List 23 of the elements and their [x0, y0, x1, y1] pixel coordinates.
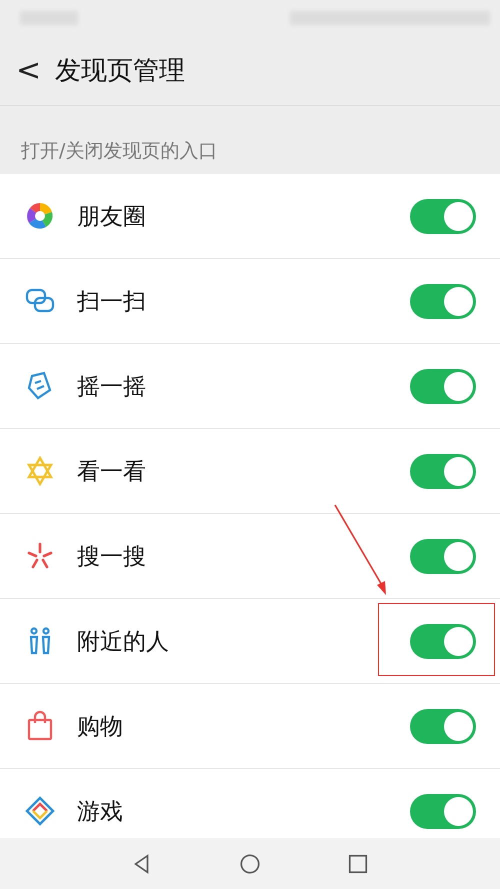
toggle-switch[interactable]	[410, 624, 476, 658]
section-label: 打开/关闭发现页的入口	[20, 139, 218, 164]
entry-label: 看一看	[77, 458, 147, 486]
entry-label: 购物	[77, 712, 124, 742]
entry-label: 扫一扫	[77, 288, 147, 316]
back-button[interactable]: <	[0, 52, 56, 88]
recents-square-icon[interactable]	[347, 852, 369, 874]
entry-label: 朋友圈	[77, 202, 147, 232]
toggle-switch[interactable]	[410, 708, 476, 744]
toggle-switch[interactable]	[410, 454, 476, 488]
toggle-switch[interactable]	[410, 794, 476, 828]
entry-label: 搜一搜	[77, 542, 147, 572]
star-icon	[24, 455, 56, 487]
diamond-icon	[24, 795, 56, 827]
toggle-switch[interactable]	[410, 368, 476, 404]
home-circle-icon[interactable]	[239, 852, 261, 874]
toggle-switch[interactable]	[410, 198, 476, 234]
entry-label: 附近的人	[77, 628, 170, 656]
entry-label: 游戏	[77, 798, 124, 826]
page-title: 发现页管理	[55, 54, 186, 88]
entry-label: 摇一摇	[77, 372, 147, 402]
toggle-switch[interactable]	[410, 284, 476, 318]
toggle-switch[interactable]	[410, 538, 476, 574]
